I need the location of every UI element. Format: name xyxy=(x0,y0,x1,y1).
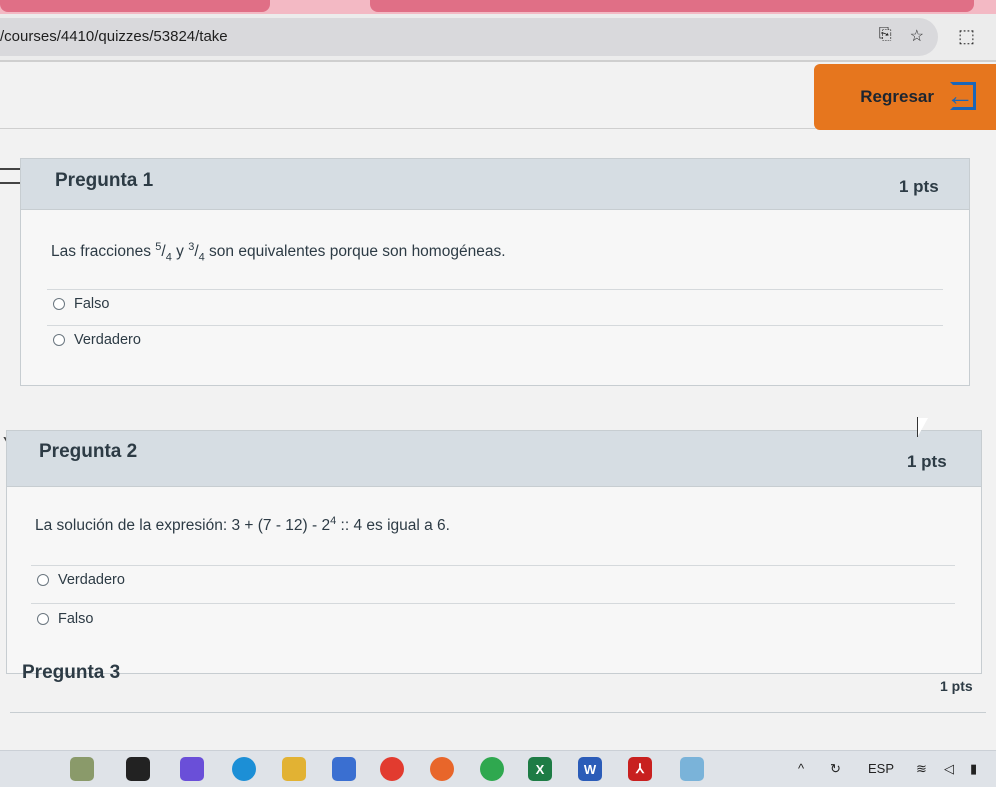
question-points: 1 pts xyxy=(899,177,939,196)
answer-option[interactable]: Falso xyxy=(37,611,93,627)
answer-option[interactable]: Falso xyxy=(53,296,109,312)
divider xyxy=(47,289,943,290)
question-text: La solución de la expresión: 3 + (7 - 12… xyxy=(35,515,450,535)
store-icon[interactable] xyxy=(332,757,356,781)
browser-tab-strip xyxy=(0,0,996,14)
back-button-label: Regresar xyxy=(860,87,934,106)
divider xyxy=(31,603,955,604)
widgets-icon[interactable] xyxy=(70,757,94,781)
file-explorer-icon[interactable] xyxy=(282,757,306,781)
mouse-cursor-icon xyxy=(917,417,928,437)
question-card-1: Pregunta 1 1 pts Las fracciones 5/4 y 3/… xyxy=(20,158,970,386)
exit-arrow-icon: ← xyxy=(946,80,980,114)
question-title: Pregunta 1 xyxy=(55,170,154,191)
question-title: Pregunta 3 xyxy=(22,662,121,683)
radio-button[interactable] xyxy=(37,613,49,625)
extensions-icon[interactable]: ⬚ xyxy=(958,26,975,47)
bookmark-star-icon[interactable]: ☆ xyxy=(910,26,924,46)
volume-icon[interactable]: ◁ xyxy=(944,761,954,777)
browser-tab-active[interactable] xyxy=(370,0,974,12)
firefox-icon[interactable] xyxy=(430,757,454,781)
wifi-icon[interactable]: ≋ xyxy=(916,761,927,777)
answer-label: Verdadero xyxy=(74,332,141,348)
question-text: Las fracciones 5/4 y 3/4 son equivalente… xyxy=(51,241,506,264)
answer-label: Falso xyxy=(74,296,110,312)
chrome-alt-icon[interactable] xyxy=(480,757,504,781)
battery-icon[interactable]: ▮ xyxy=(970,761,977,777)
acrobat-icon[interactable]: ⅄ xyxy=(628,757,652,781)
taskbar: X W ⅄ ^ ↻ ESP ≋ ◁ ▮ xyxy=(0,750,996,787)
answer-option[interactable]: Verdadero xyxy=(53,332,141,348)
copilot-icon[interactable] xyxy=(180,757,204,781)
question-points: 1 pts xyxy=(940,678,973,694)
photos-icon[interactable] xyxy=(680,757,704,781)
question-title: Pregunta 2 xyxy=(39,441,138,462)
question-header-2: Pregunta 2 1 pts xyxy=(7,431,981,487)
header-divider xyxy=(0,128,816,129)
edge-icon[interactable] xyxy=(232,757,256,781)
cast-icon[interactable]: ⎘ xyxy=(879,26,892,46)
radio-button[interactable] xyxy=(53,298,65,310)
back-button[interactable]: Regresar ← xyxy=(814,64,996,130)
radio-button[interactable] xyxy=(53,334,65,346)
word-icon[interactable]: W xyxy=(578,757,602,781)
address-bar[interactable]: /courses/4410/quizzes/53824/take ⎘ ☆ xyxy=(0,18,938,56)
language-indicator[interactable]: ESP xyxy=(868,761,894,776)
answer-option[interactable]: Verdadero xyxy=(37,572,125,588)
radio-button[interactable] xyxy=(37,574,49,586)
question-card-2: Pregunta 2 1 pts La solución de la expre… xyxy=(6,430,982,674)
answer-label: Falso xyxy=(58,611,94,627)
divider xyxy=(47,325,943,326)
question-points: 1 pts xyxy=(907,452,947,471)
question-header-1: Pregunta 1 1 pts xyxy=(21,159,969,210)
browser-tab[interactable] xyxy=(0,0,270,12)
chevron-up-icon[interactable]: ^ xyxy=(798,761,804,776)
refresh-icon[interactable]: ↻ xyxy=(830,761,841,777)
url-text: /courses/4410/quizzes/53824/take xyxy=(0,28,228,45)
divider xyxy=(31,565,955,566)
chrome-icon[interactable] xyxy=(380,757,404,781)
search-icon[interactable] xyxy=(126,757,150,781)
question-card-3-border xyxy=(10,712,986,713)
answer-label: Verdadero xyxy=(58,572,125,588)
excel-icon[interactable]: X xyxy=(528,757,552,781)
